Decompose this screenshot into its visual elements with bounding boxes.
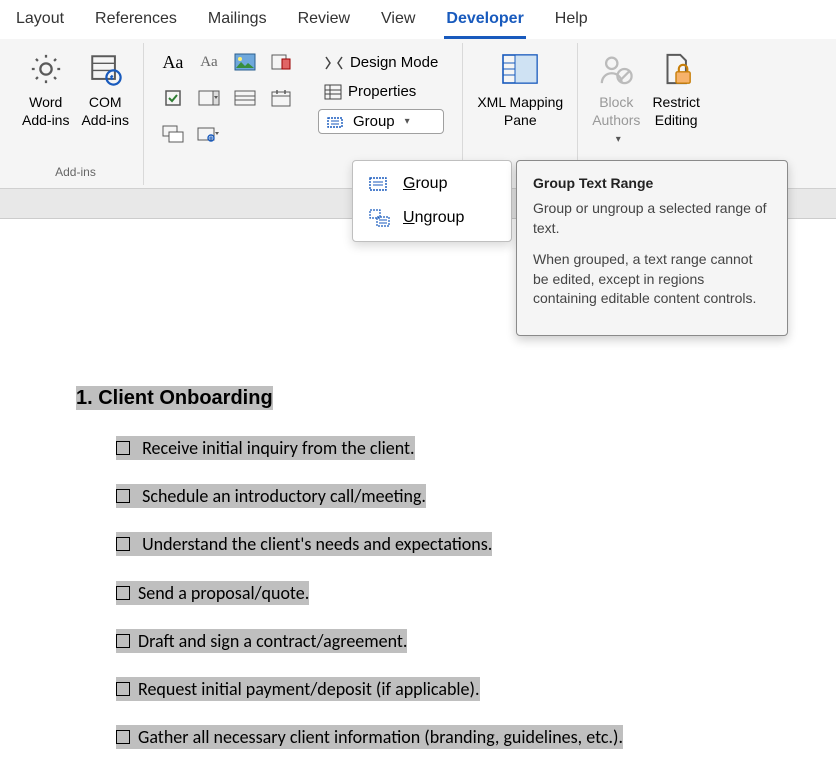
group-dropdown-button[interactable]: Group ▾ xyxy=(318,109,444,134)
list-item[interactable]: Draft and sign a contract/agreement. xyxy=(116,629,407,653)
tab-help[interactable]: Help xyxy=(553,6,590,39)
group-icon xyxy=(369,175,391,193)
doc-heading[interactable]: 1. Client Onboarding xyxy=(76,386,273,410)
chevron-down-icon: ▾ xyxy=(405,116,410,127)
tab-developer[interactable]: Developer xyxy=(444,6,525,39)
group-dropdown-menu: Group Ungroup xyxy=(352,160,512,242)
gear-icon xyxy=(26,49,66,89)
tooltip-text: When grouped, a text range cannot be edi… xyxy=(533,250,771,309)
checkbox-control-icon[interactable] xyxy=(158,87,188,109)
tab-mailings[interactable]: Mailings xyxy=(206,6,269,39)
tab-layout[interactable]: Layout xyxy=(14,6,66,39)
com-addins-icon xyxy=(85,49,125,89)
word-addins-button[interactable]: Word Add-ins xyxy=(18,47,73,131)
combo-box-control-icon[interactable] xyxy=(194,87,224,109)
group-icon xyxy=(327,114,347,130)
list-item[interactable]: Request initial payment/deposit (if appl… xyxy=(116,677,480,701)
restrict-editing-button[interactable]: Restrict Editing xyxy=(648,47,703,131)
list-item[interactable]: Understand the client's needs and expect… xyxy=(116,532,492,556)
checkbox-icon[interactable] xyxy=(116,489,130,503)
checkbox-icon[interactable] xyxy=(116,634,130,648)
rich-text-control-icon[interactable]: Aa xyxy=(158,51,188,73)
block-authors-button: Block Authors ▾ xyxy=(588,47,644,148)
block-authors-icon xyxy=(596,49,636,89)
date-picker-control-icon[interactable] xyxy=(266,87,296,109)
tooltip-text: Group or ungroup a selected range of tex… xyxy=(533,199,771,238)
tooltip-group-text-range: Group Text Range Group or ungroup a sele… xyxy=(516,160,788,336)
restrict-editing-icon xyxy=(656,49,696,89)
tab-review[interactable]: Review xyxy=(296,6,352,39)
ungroup-icon xyxy=(369,209,391,227)
list-item[interactable]: Receive initial inquiry from the client. xyxy=(116,436,415,460)
xml-mapping-icon xyxy=(500,49,540,89)
design-mode-icon xyxy=(324,55,344,71)
properties-button[interactable]: Properties xyxy=(318,80,444,103)
group-label-addins: Add-ins xyxy=(55,165,96,183)
list-item[interactable]: Schedule an introductory call/meeting. xyxy=(116,484,426,508)
menu-item-group[interactable]: Group xyxy=(357,167,507,201)
ribbon-tabs: Layout References Mailings Review View D… xyxy=(0,0,836,39)
properties-icon xyxy=(324,84,342,100)
checkbox-icon[interactable] xyxy=(116,586,130,600)
plain-text-control-icon[interactable]: Aa xyxy=(194,51,224,73)
tab-view[interactable]: View xyxy=(379,6,417,39)
repeating-section-control-icon[interactable] xyxy=(158,123,188,145)
checkbox-icon[interactable] xyxy=(116,441,130,455)
chevron-down-icon: ▾ xyxy=(616,133,621,146)
building-block-control-icon[interactable] xyxy=(266,51,296,73)
tab-references[interactable]: References xyxy=(93,6,179,39)
group-addins: Word Add-ins COM Add-ins Add-ins xyxy=(8,43,144,185)
tooltip-title: Group Text Range xyxy=(533,175,771,191)
list-item[interactable]: Send a proposal/quote. xyxy=(116,581,309,605)
group-controls-icons: Aa Aa xyxy=(144,43,300,185)
checkbox-icon[interactable] xyxy=(116,682,130,696)
legacy-tools-icon[interactable] xyxy=(194,123,224,145)
dropdown-list-control-icon[interactable] xyxy=(230,87,260,109)
picture-control-icon[interactable] xyxy=(230,51,260,73)
design-mode-button[interactable]: Design Mode xyxy=(318,51,444,74)
checkbox-icon[interactable] xyxy=(116,537,130,551)
xml-mapping-pane-button[interactable]: XML Mapping Pane xyxy=(473,47,567,131)
menu-item-ungroup[interactable]: Ungroup xyxy=(357,201,507,235)
com-addins-button[interactable]: COM Add-ins xyxy=(77,47,132,131)
checkbox-icon[interactable] xyxy=(116,730,130,744)
list-item[interactable]: Gather all necessary client information … xyxy=(116,725,623,749)
